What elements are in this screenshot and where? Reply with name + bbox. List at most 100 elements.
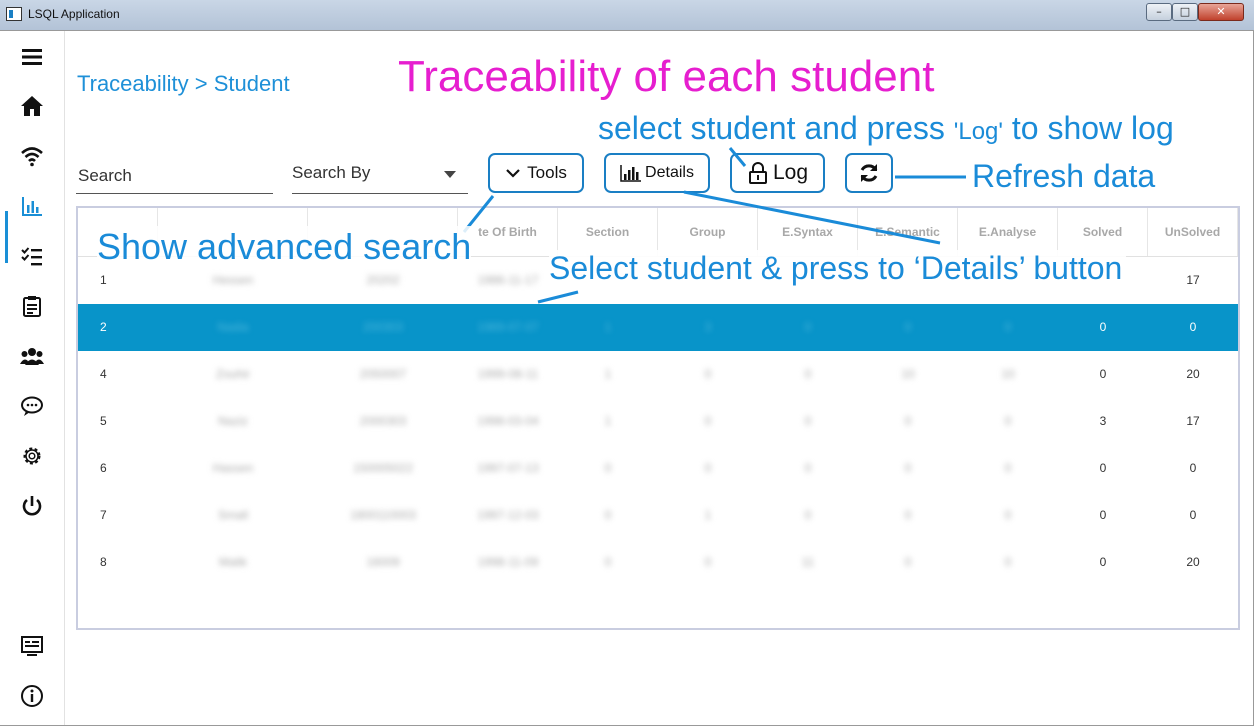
- table-row[interactable]: 5 Naziz 2000303 1998-03-04 1 0 0 0 0 3 17: [78, 398, 1238, 445]
- table-row[interactable]: 7 Small 1800110003 1997-12-03 0 1 0 0 0 0 0: [78, 492, 1238, 539]
- table-cell-unsolved: 0: [1189, 508, 1197, 522]
- annotation-log-quote: 'Log': [953, 118, 1003, 145]
- column-header[interactable]: Section: [558, 208, 658, 256]
- annotation-tools: Show advanced search: [97, 226, 472, 268]
- search-input[interactable]: [76, 158, 273, 194]
- table-row[interactable]: 4 Zouhir 2050007 1999-08-11 1 0 0 10 10 0 20: [78, 351, 1238, 398]
- minimize-button[interactable]: –: [1146, 3, 1172, 21]
- table-cell-solved: 0: [1099, 555, 1107, 569]
- window-title: LSQL Application: [28, 7, 120, 21]
- table-cell-g: 10: [901, 367, 915, 381]
- table-cell-h: 0: [1004, 555, 1012, 569]
- chat-icon[interactable]: [18, 392, 46, 420]
- wifi-icon[interactable]: [18, 142, 46, 170]
- table-cell-e: 0: [704, 414, 712, 428]
- table-cell-id: 4: [100, 367, 107, 381]
- table-cell-h: 0: [1004, 461, 1012, 475]
- search-by-label: Search By: [292, 163, 371, 182]
- caret-down-icon: [444, 171, 456, 178]
- table-cell-g: 0: [904, 320, 912, 334]
- table-cell-e: 0: [704, 367, 712, 381]
- column-header[interactable]: Group: [658, 208, 758, 256]
- table-cell-b: 2050007: [359, 367, 407, 381]
- table-cell-c: 1997-07-13: [477, 461, 539, 475]
- lock-icon: [748, 162, 767, 184]
- table-row[interactable]: 2 Nadia 200303 1989-07-07 1 3 0 0 0 0 0: [78, 304, 1238, 351]
- table-cell-solved: 0: [1099, 367, 1107, 381]
- annotation-refresh: Refresh data: [972, 158, 1156, 194]
- table-cell-solved: 0: [1099, 461, 1107, 475]
- annotation-log-text: select student and press: [598, 110, 954, 146]
- table-cell-h: 0: [1004, 320, 1012, 334]
- monitor-icon[interactable]: [18, 632, 46, 660]
- table-cell-c: 1997-12-03: [477, 508, 539, 522]
- refresh-button[interactable]: [845, 153, 893, 193]
- table-cell-h: 10: [1001, 367, 1015, 381]
- table-cell-a: Hassen: [212, 461, 254, 475]
- clipboard-icon[interactable]: [18, 292, 46, 320]
- column-header[interactable]: Solved: [1058, 208, 1148, 256]
- table-cell-id: 8: [100, 555, 107, 569]
- window-titlebar: [0, 0, 1254, 31]
- column-header[interactable]: UnSolved: [1148, 208, 1238, 256]
- column-header[interactable]: E.Syntax: [758, 208, 858, 256]
- table-cell-f: 0: [804, 367, 812, 381]
- app-icon: [6, 7, 22, 21]
- table-cell-solved: 0: [1099, 508, 1107, 522]
- column-header[interactable]: E.Analyse: [958, 208, 1058, 256]
- column-header[interactable]: te Of Birth: [458, 208, 558, 256]
- table-cell-unsolved: 20: [1186, 367, 1200, 381]
- table-cell-f: 0: [804, 320, 812, 334]
- table-row[interactable]: 6 Hassen 150005022 1997-07-13 0 0 0 0 0 0 0: [78, 445, 1238, 492]
- table-cell-solved: 0: [1099, 320, 1107, 334]
- search-by-dropdown[interactable]: Search By: [292, 158, 468, 194]
- menu-icon[interactable]: [18, 43, 46, 71]
- annotation-log: select student and press 'Log' to show l…: [598, 110, 1174, 147]
- tools-button[interactable]: Tools: [488, 153, 584, 193]
- table-cell-id: 6: [100, 461, 107, 475]
- column-header[interactable]: E.Semantic: [858, 208, 958, 256]
- table-cell-id: 7: [100, 508, 107, 522]
- table-cell-c: 1999-08-11: [477, 367, 539, 381]
- table-cell-g: 0: [904, 508, 912, 522]
- table-cell-f: 0: [804, 461, 812, 475]
- table-cell-d: 0: [604, 555, 612, 569]
- users-icon[interactable]: [18, 342, 46, 370]
- table-cell-id: 5: [100, 414, 107, 428]
- table-cell-unsolved: 17: [1186, 414, 1200, 428]
- table-cell-c: 1989-07-07: [477, 320, 539, 334]
- checklist-icon[interactable]: [18, 242, 46, 270]
- table-cell-g: 0: [904, 461, 912, 475]
- table-cell-c: 1986-11-17: [477, 273, 539, 287]
- table-cell-e: 0: [704, 555, 712, 569]
- table-cell-b: 200303: [362, 320, 404, 334]
- details-button[interactable]: Details: [604, 153, 710, 193]
- details-label: Details: [645, 164, 694, 181]
- refresh-icon: [860, 164, 878, 182]
- table-cell-unsolved: 0: [1189, 461, 1197, 475]
- table-cell-f: 0: [804, 508, 812, 522]
- gear-icon[interactable]: [18, 442, 46, 470]
- table-cell-g: 0: [904, 414, 912, 428]
- table-cell-a: Nadia: [217, 320, 249, 334]
- power-icon[interactable]: [18, 492, 46, 520]
- tools-label: Tools: [527, 163, 567, 182]
- table-cell-h: 0: [1004, 508, 1012, 522]
- table-row[interactable]: 8 Malik 16009 1998-11-09 0 0 11 0 0 0 20: [78, 539, 1238, 586]
- close-button[interactable]: ✕: [1198, 3, 1244, 21]
- home-icon[interactable]: [18, 92, 46, 120]
- table-cell-b: 150005022: [352, 461, 414, 475]
- chevron-down-icon: [506, 169, 520, 178]
- table-cell-b: 1800110003: [350, 508, 416, 522]
- table-cell-c: 1998-11-09: [477, 555, 539, 569]
- table-cell-c: 1998-03-04: [477, 414, 539, 428]
- table-cell-e: 3: [704, 320, 712, 334]
- chart-icon[interactable]: [18, 192, 46, 220]
- table-body: 1 Hessen 20202 1986-11-17 17 2 Nadia 200303 1989…: [78, 257, 1238, 627]
- table-cell-d: 1: [604, 367, 612, 381]
- table-cell-e: 0: [704, 461, 712, 475]
- info-icon[interactable]: [18, 682, 46, 710]
- table-cell-unsolved: 17: [1186, 273, 1200, 287]
- log-button[interactable]: Log: [730, 153, 825, 193]
- maximize-button[interactable]: □: [1172, 3, 1198, 21]
